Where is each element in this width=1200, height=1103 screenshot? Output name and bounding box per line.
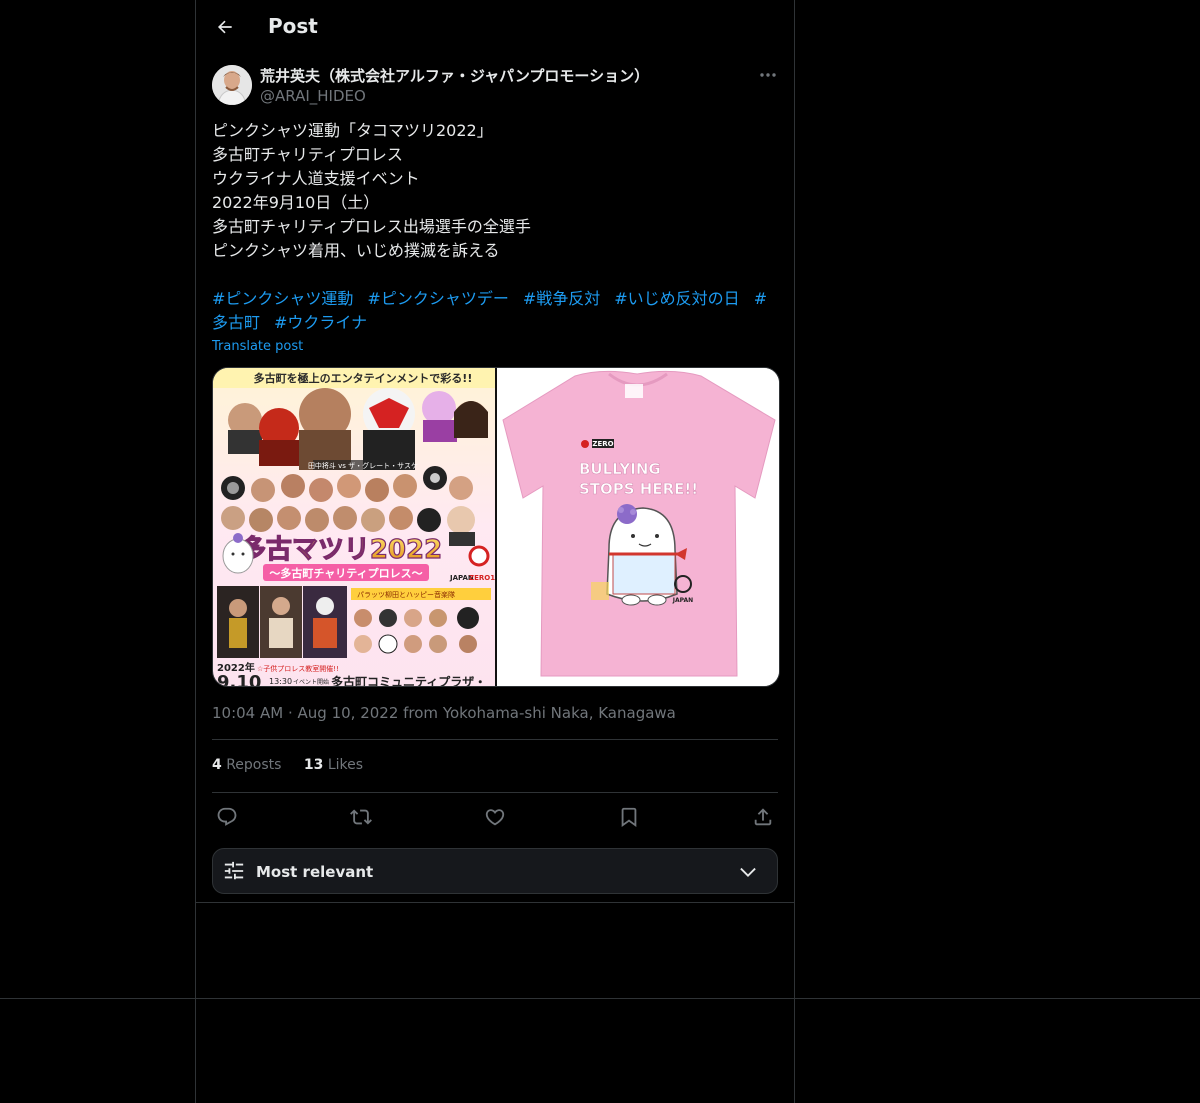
post-line: 2022年9月10日（土） <box>212 193 380 212</box>
hashtag-link[interactable]: #ピンクシャツ運動 <box>212 289 353 308</box>
poster-subtitle: 〜多古町チャリティプロレス〜 <box>269 566 422 580</box>
poster-match-label: 田中将斗 vs ザ・グレート・サスケ <box>308 461 418 470</box>
reply-sort-selector[interactable]: Most relevant <box>212 848 778 894</box>
hashtags: #ピンクシャツ運動 #ピンクシャツデー #戦争反対 #いじめ反対の日 #多古町 #ウクライ… <box>212 287 772 335</box>
avatar[interactable] <box>212 65 252 105</box>
poster-kids-note: ☆子供プロレス教室開催!! <box>257 664 339 673</box>
post-time[interactable]: 10:04 AM <box>212 704 283 722</box>
divider <box>212 739 778 740</box>
poster-zero-logo: ZERO1 <box>469 574 495 582</box>
avatar-image <box>212 65 252 105</box>
hashtag-link[interactable]: #ピンクシャツデー <box>367 289 508 308</box>
like-icon <box>485 809 505 826</box>
post-date-location: Aug 10, 2022 from Yokohama-shi Naka, Kan… <box>297 704 676 722</box>
sort-label: Most relevant <box>256 863 374 881</box>
back-button[interactable] <box>208 10 242 44</box>
hashtag-link[interactable]: #いじめ反対の日 <box>614 289 739 308</box>
post-timestamp: 10:04 AM · Aug 10, 2022 from Yokohama-sh… <box>212 704 676 722</box>
poster-event-start: イベント開始 <box>293 678 329 686</box>
poster-title: 多古マツリ2022 <box>240 535 442 565</box>
page: Post 荒井英夫（株式会社アルファ・ジャパンプロモーション） @ARAI_HI… <box>0 0 1200 1103</box>
likes-stat[interactable]: 13 Likes <box>304 757 363 773</box>
author-name[interactable]: 荒井英夫（株式会社アルファ・ジャパンプロモーション） <box>260 65 649 86</box>
bookmark-button[interactable] <box>612 800 646 834</box>
event-poster-image[interactable]: 多古町を極上のエンタテインメントで彩る!! 田中将斗 vs ザ・グレート・サスケ <box>213 368 495 686</box>
poster-time: 13:30 <box>269 677 292 686</box>
like-button[interactable] <box>478 800 512 834</box>
repost-button[interactable] <box>344 800 378 834</box>
main-column: Post 荒井英夫（株式会社アルファ・ジャパンプロモーション） @ARAI_HI… <box>195 0 795 1103</box>
post-stats: 4 Reposts 13 Likes <box>212 757 381 773</box>
likes-label: Likes <box>327 757 364 773</box>
post-text: ピンクシャツ運動「タコマツリ2022」 多古町チャリティプロレス ウクライナ人道… <box>212 119 772 263</box>
hashtag-link[interactable]: #ウクライナ <box>274 313 367 332</box>
poster-banner-text: 多古町を極上のエンタテインメントで彩る!! <box>254 371 473 385</box>
reply-icon <box>217 807 237 826</box>
post-line: ピンクシャツ運動「タコマツリ2022」 <box>212 121 493 140</box>
divider <box>212 792 778 793</box>
bookmark-icon <box>621 807 637 828</box>
repost-icon <box>350 809 372 825</box>
sliders-icon <box>224 861 244 880</box>
divider <box>196 902 794 903</box>
svg-text:パラッツ柳田とハッピー音楽隊: パラッツ柳田とハッピー音楽隊 <box>357 590 455 599</box>
shirt-text-line1: BULLYING <box>579 460 661 478</box>
author-handle[interactable]: @ARAI_HIDEO <box>260 87 366 105</box>
reposts-count: 4 <box>212 757 222 773</box>
share-button[interactable] <box>746 800 780 834</box>
reposts-label: Reposts <box>226 757 282 773</box>
reply-button[interactable] <box>210 800 244 834</box>
more-button[interactable] <box>754 64 782 86</box>
pink-shirt-image[interactable]: ZERO BULLYING STOPS HERE!! JAPAN <box>497 368 779 686</box>
chevron-down-icon <box>740 867 756 877</box>
share-icon <box>754 808 772 826</box>
reposts-stat[interactable]: 4 Reposts <box>212 757 281 773</box>
shirt-text-line2: STOPS HERE!! <box>579 480 698 498</box>
poster-date-big: 9.10 <box>217 672 261 686</box>
arrow-left-icon <box>217 20 232 34</box>
action-bar <box>212 800 778 834</box>
post-line: ウクライナ人道支援イベント <box>212 169 420 188</box>
poster-venue: 多古町コミュニティプラザ・ <box>331 674 486 686</box>
more-dots-icon <box>760 73 776 77</box>
translate-link[interactable]: Translate post <box>212 339 303 354</box>
media-grid: 多古町を極上のエンタテインメントで彩る!! 田中将斗 vs ザ・グレート・サスケ <box>212 367 780 687</box>
header: Post <box>196 0 794 53</box>
post-line: 多古町チャリティプロレス <box>212 145 403 164</box>
likes-count: 13 <box>303 757 324 773</box>
shirt-logo-text: JAPAN <box>672 597 693 604</box>
page-title: Post <box>268 14 318 38</box>
hashtag-link[interactable]: #戦争反対 <box>523 289 600 308</box>
post-line: ピンクシャツ着用、いじめ撲滅を訴える <box>212 241 500 260</box>
shirt-brand: ZERO <box>592 440 613 448</box>
post-line: 多古町チャリティプロレス出場選手の全選手 <box>212 217 531 236</box>
meta-separator: · <box>283 704 298 722</box>
